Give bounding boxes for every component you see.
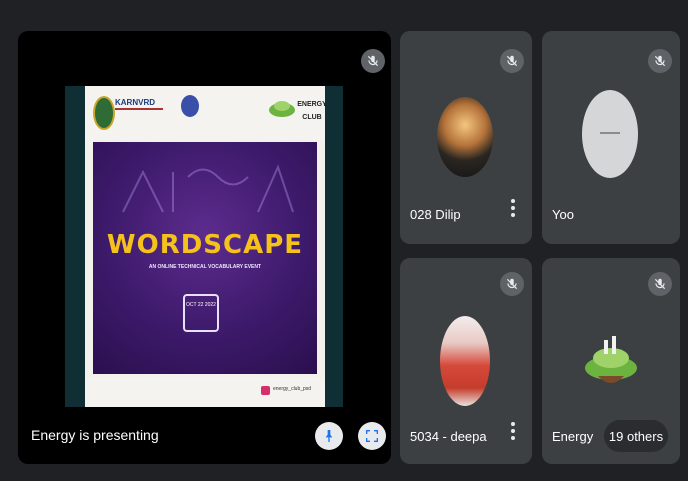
participant-name: 5034 - deepa xyxy=(410,429,487,444)
pin-icon xyxy=(325,430,333,442)
energy-club-logo-icon xyxy=(269,101,295,117)
participant-tile[interactable]: 5034 - deepa xyxy=(400,258,532,464)
more-options-button[interactable] xyxy=(510,422,516,440)
mic-off-icon xyxy=(654,55,666,67)
presentation-stage: KARNVRD ENERGY CLUB WORDSCAPE AN ONLINE … xyxy=(18,31,391,464)
energy-club-avatar-icon xyxy=(585,336,637,383)
avatar xyxy=(582,90,638,178)
mic-off-icon xyxy=(367,55,379,67)
slide-content: KARNVRD ENERGY CLUB WORDSCAPE AN ONLINE … xyxy=(85,86,325,407)
energy-club-title: ENERGY CLUB xyxy=(297,101,325,121)
college-name-underline xyxy=(115,108,163,110)
others-button[interactable]: 19 others xyxy=(604,420,668,452)
participant-name: Energy xyxy=(552,429,594,444)
instagram-handle: energy_club_psd xyxy=(273,386,312,392)
wordscape-poster: WORDSCAPE AN ONLINE TECHNICAL VOCABULARY… xyxy=(93,142,317,374)
mic-off-indicator xyxy=(648,49,672,73)
mic-off-icon xyxy=(654,278,666,290)
stage-mic-off-indicator xyxy=(361,49,385,73)
poster-date-box: OCT 22 2022 xyxy=(183,294,219,332)
fullscreen-button[interactable] xyxy=(358,422,386,450)
pin-button[interactable] xyxy=(315,422,343,450)
mic-off-icon xyxy=(506,55,518,67)
mic-off-indicator xyxy=(500,49,524,73)
fullscreen-icon xyxy=(366,430,378,442)
college-logo-icon xyxy=(93,96,115,130)
emblem-logo-icon xyxy=(181,95,199,117)
instagram-icon xyxy=(261,386,270,395)
mic-off-indicator xyxy=(500,272,524,296)
presenting-label: Energy is presenting xyxy=(31,427,159,443)
mic-off-icon xyxy=(506,278,518,290)
avatar xyxy=(440,316,490,406)
slide-footer: energy_club_psd xyxy=(85,378,325,407)
college-name: KARNVRD xyxy=(115,98,155,107)
mic-off-indicator xyxy=(648,272,672,296)
avatar xyxy=(437,97,493,177)
participant-tile[interactable]: Yoo xyxy=(542,31,680,244)
participant-name: Yoo xyxy=(552,207,574,222)
more-options-button[interactable] xyxy=(510,199,516,217)
poster-decoration xyxy=(122,164,294,213)
poster-title: WORDSCAPE xyxy=(106,230,304,260)
shared-slide: KARNVRD ENERGY CLUB WORDSCAPE AN ONLINE … xyxy=(65,86,343,407)
participant-tile[interactable]: 028 Dilip xyxy=(400,31,532,244)
poster-subtitle: AN ONLINE TECHNICAL VOCABULARY EVENT xyxy=(148,264,262,270)
slide-header: KARNVRD ENERGY CLUB xyxy=(85,86,325,140)
participant-name: 028 Dilip xyxy=(410,207,461,222)
